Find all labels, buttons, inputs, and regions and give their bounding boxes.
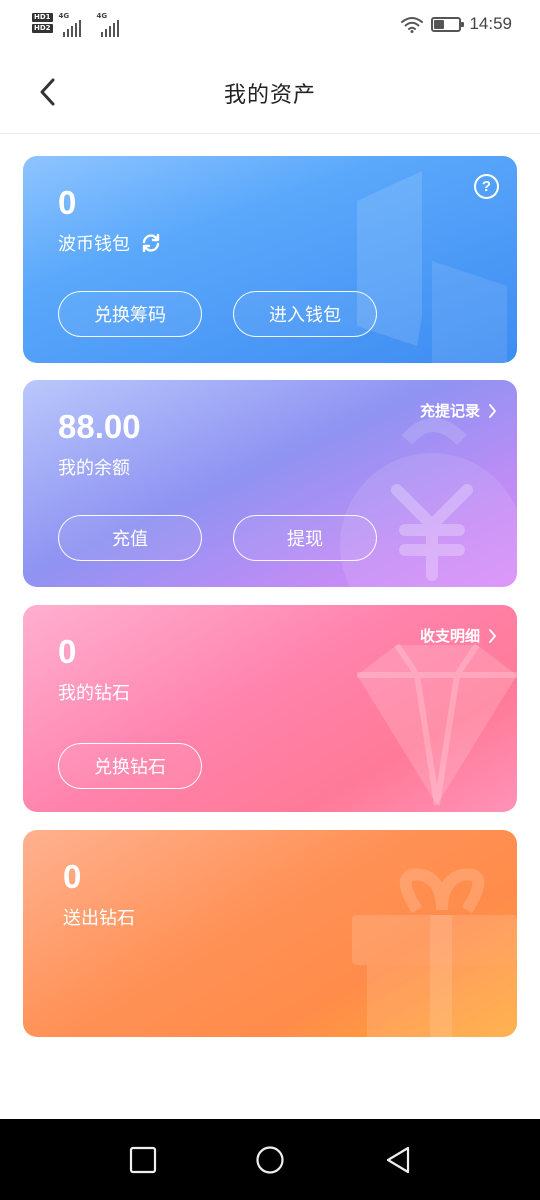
wallet-card: ? 0 波币钱包 兑换筹码 进入钱包 bbox=[23, 156, 517, 363]
chevron-right-icon bbox=[489, 403, 496, 418]
circle-icon bbox=[256, 1146, 284, 1174]
system-nav-bar bbox=[0, 1119, 540, 1200]
recharge-button[interactable]: 充值 bbox=[58, 515, 202, 561]
chevron-right-icon bbox=[489, 628, 496, 643]
sent-amount: 0 bbox=[63, 858, 82, 895]
balance-card: 充提记录 88.00 我的余额 充值 提现 bbox=[23, 380, 517, 587]
balance-label: 我的余额 bbox=[58, 458, 130, 479]
hd1-badge: HD1 bbox=[32, 13, 53, 22]
sent-label: 送出钻石 bbox=[63, 908, 135, 929]
square-icon bbox=[129, 1146, 157, 1174]
recharge-records-link[interactable]: 充提记录 bbox=[420, 400, 497, 421]
page-title: 我的资产 bbox=[223, 83, 316, 108]
signal-icon-2: 4G bbox=[96, 12, 129, 37]
page-header: 我的资产 bbox=[0, 52, 540, 134]
signal-icon: 4G bbox=[58, 12, 91, 37]
balance-amount: 88.00 bbox=[58, 408, 141, 445]
exchange-diamond-button[interactable]: 兑换钻石 bbox=[58, 743, 202, 789]
nav-back-button[interactable] bbox=[382, 1144, 414, 1176]
network-type-1: 4G bbox=[58, 12, 70, 20]
help-icon[interactable]: ? bbox=[474, 174, 499, 199]
enter-wallet-button[interactable]: 进入钱包 bbox=[233, 291, 377, 337]
status-bar: HD1 HD2 4G 4G 14:59 bbox=[0, 0, 540, 52]
battery-level bbox=[434, 19, 445, 29]
wallet-amount: 0 bbox=[58, 184, 77, 221]
diamond-amount: 0 bbox=[58, 633, 77, 670]
refresh-icon[interactable] bbox=[140, 232, 162, 254]
recharge-records-label: 充提记录 bbox=[419, 402, 480, 420]
diamond-label: 我的钻石 bbox=[58, 683, 130, 704]
recent-apps-button[interactable] bbox=[127, 1144, 159, 1176]
exchange-chips-button[interactable]: 兑换筹码 bbox=[58, 291, 202, 337]
gift-icon bbox=[352, 868, 517, 1037]
wifi-icon bbox=[401, 16, 424, 33]
status-time: 14:59 bbox=[469, 14, 512, 33]
network-indicators: HD1 HD2 4G 4G bbox=[32, 12, 129, 37]
income-expense-label: 收支明细 bbox=[419, 627, 480, 645]
withdraw-button[interactable]: 提现 bbox=[233, 515, 377, 561]
network-type-2: 4G bbox=[96, 12, 108, 20]
wallet-label: 波币钱包 bbox=[58, 234, 130, 255]
sent-diamond-card: 0 送出钻石 bbox=[23, 830, 517, 1037]
battery-icon bbox=[431, 16, 465, 32]
diamond-card: 收支明细 0 我的钻石 兑换钻石 bbox=[23, 605, 517, 812]
triangle-back-icon bbox=[386, 1146, 410, 1174]
hd2-badge: HD2 bbox=[32, 24, 53, 33]
wallet-label-row: 波币钱包 bbox=[58, 230, 162, 256]
home-button[interactable] bbox=[254, 1144, 286, 1176]
income-expense-link[interactable]: 收支明细 bbox=[420, 625, 497, 646]
